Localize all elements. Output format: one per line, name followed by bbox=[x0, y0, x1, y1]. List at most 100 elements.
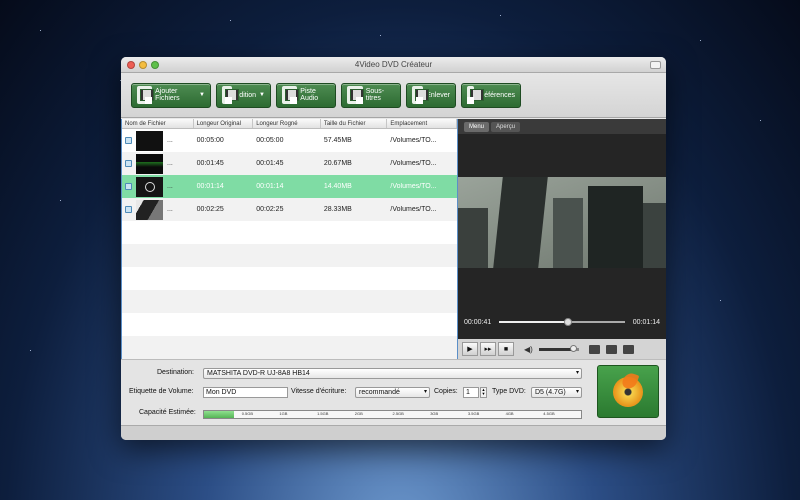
empty-row bbox=[122, 244, 457, 267]
status-bar bbox=[121, 425, 666, 440]
volume-label-input[interactable]: Mon DVD bbox=[203, 387, 288, 398]
volume-icon: ◀) bbox=[524, 344, 533, 354]
column-header-name[interactable]: Nom de Fichier bbox=[122, 119, 194, 128]
empty-row bbox=[122, 267, 457, 290]
capacity-tick-label: 0.5GB bbox=[241, 411, 254, 416]
copies-stepper[interactable]: ▲ ▼ bbox=[480, 387, 487, 398]
capacity-tick-label: 3GB bbox=[430, 411, 439, 416]
video-preview bbox=[458, 177, 666, 268]
burn-disc-icon bbox=[613, 370, 643, 407]
table-row[interactable]: ... 00:05:00 00:05:00 57.45MB /Volumes/T… bbox=[122, 129, 457, 152]
dvd-type-label: Type DVD: bbox=[492, 388, 526, 395]
preview-panel: Menu Aperçu 00:00:41 00:01:14 ▶ ▸▸ ■ ◀) bbox=[458, 119, 666, 359]
table-row-selected[interactable]: ... 00:01:14 00:01:14 14.40MB /Volumes/T… bbox=[122, 175, 457, 198]
folder-icon[interactable] bbox=[605, 344, 617, 354]
chevron-down-icon: ▾ bbox=[575, 389, 579, 395]
remove-icon bbox=[412, 86, 430, 104]
destination-select[interactable]: MATSHITA DVD-R UJ-8A8 HB14 ▾ bbox=[203, 368, 582, 379]
volume-slider[interactable] bbox=[538, 344, 579, 352]
toolbar-toggle-button[interactable] bbox=[650, 61, 661, 69]
current-time: 00:00:41 bbox=[464, 318, 492, 326]
add-files-button[interactable]: Ajouter Fichiers ▼ bbox=[131, 82, 211, 108]
tab-menu[interactable]: Menu bbox=[464, 121, 490, 132]
open-folder-icon[interactable] bbox=[622, 344, 634, 354]
row-checkbox[interactable] bbox=[125, 206, 132, 213]
audio-track-button[interactable]: Piste Audio bbox=[276, 82, 336, 108]
table-row[interactable]: ... 00:01:45 00:01:45 20.67MB /Volumes/T… bbox=[122, 152, 457, 175]
column-header-location[interactable]: Emplacement bbox=[387, 119, 457, 128]
remove-button[interactable]: Enlever bbox=[406, 82, 456, 108]
capacity-tick-label: 1.5GB bbox=[317, 411, 329, 416]
edit-button[interactable]: Edition ▼ bbox=[216, 82, 271, 108]
preferences-icon bbox=[467, 86, 485, 104]
stop-button[interactable]: ■ bbox=[498, 342, 514, 356]
dvd-type-select[interactable]: D5 (4.7G) ▾ bbox=[531, 387, 582, 398]
seek-handle[interactable] bbox=[564, 318, 573, 326]
empty-row bbox=[122, 313, 457, 336]
chevron-down-icon: ▼ bbox=[199, 92, 205, 98]
video-thumbnail bbox=[136, 176, 163, 197]
column-header-trimmed-length[interactable]: Longeur Rogné bbox=[253, 119, 321, 128]
fast-forward-icon: ▸▸ bbox=[484, 346, 492, 353]
file-list-body: ... 00:05:00 00:05:00 57.45MB /Volumes/T… bbox=[122, 129, 457, 359]
empty-row bbox=[122, 290, 457, 313]
play-icon: ▶ bbox=[467, 346, 473, 353]
app-window: 4Video DVD Créateur Ajouter Fichiers ▼ E… bbox=[121, 57, 666, 440]
close-window-button[interactable] bbox=[127, 61, 135, 69]
chevron-down-icon: ▼ bbox=[259, 92, 265, 98]
total-time: 00:01:14 bbox=[632, 318, 660, 326]
toolbar: Ajouter Fichiers ▼ Edition ▼ Piste Audio… bbox=[121, 73, 666, 118]
capacity-fill bbox=[204, 411, 235, 418]
row-checkbox[interactable] bbox=[125, 183, 132, 190]
burn-button[interactable] bbox=[597, 365, 659, 418]
video-thumbnail bbox=[136, 130, 163, 151]
copies-label: Copies: bbox=[434, 388, 458, 395]
playback-time-row: 00:00:41 00:01:14 bbox=[458, 315, 666, 329]
chevron-down-icon: ▾ bbox=[423, 389, 427, 395]
column-header-file-size[interactable]: Taille du Fichier bbox=[321, 119, 388, 128]
file-list[interactable]: Nom de Fichier Longeur Original Longeur … bbox=[121, 119, 458, 359]
capacity-tick-label: 4GB bbox=[505, 411, 514, 416]
empty-row bbox=[122, 221, 457, 244]
snapshot-icon[interactable] bbox=[588, 344, 600, 354]
volume-label-label: Etiquette de Volume: bbox=[129, 388, 194, 395]
subtitles-button[interactable]: Sous-titres bbox=[341, 82, 401, 108]
title-bar: 4Video DVD Créateur bbox=[121, 57, 666, 73]
copies-input[interactable]: 1 bbox=[463, 387, 479, 398]
row-checkbox[interactable] bbox=[125, 137, 132, 144]
capacity-tick-label: 3.5GB bbox=[467, 411, 480, 416]
write-speed-label: Vitesse d'écriture: bbox=[291, 388, 347, 395]
preferences-button[interactable]: Préférences bbox=[461, 82, 521, 108]
destination-label: Destination: bbox=[157, 369, 194, 376]
seek-slider[interactable] bbox=[499, 318, 625, 326]
audio-track-icon bbox=[282, 86, 300, 104]
burn-settings: Destination: MATSHITA DVD-R UJ-8A8 HB14 ▾… bbox=[121, 359, 666, 425]
write-speed-select[interactable]: recommandé ▾ bbox=[355, 387, 430, 398]
window-title: 4Video DVD Créateur bbox=[354, 60, 433, 69]
empty-row bbox=[122, 336, 457, 359]
tab-preview[interactable]: Aperçu bbox=[491, 121, 521, 132]
subtitle-icon bbox=[347, 86, 364, 104]
fast-forward-button[interactable]: ▸▸ bbox=[480, 342, 496, 356]
play-button[interactable]: ▶ bbox=[462, 342, 478, 356]
add-file-icon bbox=[137, 86, 155, 104]
file-list-header: Nom de Fichier Longeur Original Longeur … bbox=[122, 119, 457, 129]
chevron-down-icon: ▾ bbox=[575, 370, 579, 376]
minimize-window-button[interactable] bbox=[139, 61, 147, 69]
capacity-tick-label: 2.5GB bbox=[392, 411, 404, 416]
stop-icon: ■ bbox=[503, 345, 509, 353]
video-thumbnail bbox=[136, 199, 163, 220]
zoom-window-button[interactable] bbox=[151, 61, 159, 69]
row-checkbox[interactable] bbox=[125, 160, 132, 167]
video-thumbnail bbox=[136, 153, 163, 174]
capacity-tick-label: 2GB bbox=[354, 411, 363, 416]
column-header-original-length[interactable]: Longeur Original bbox=[194, 119, 254, 128]
capacity-label: Capacité Estimée: bbox=[139, 409, 196, 416]
capacity-tick-label: 1GB bbox=[279, 411, 288, 416]
volume-handle[interactable] bbox=[569, 344, 577, 352]
capacity-tick-label: 4.5GB bbox=[543, 411, 555, 416]
capacity-bar: 0.5GB 1GB 1.5GB 2GB 2.5GB 3GB 3.5GB 4GB 4.5GB bbox=[203, 410, 582, 419]
preview-tabs: Menu Aperçu bbox=[458, 119, 666, 134]
table-row[interactable]: ... 00:02:25 00:02:25 28.33MB /Volumes/T… bbox=[122, 198, 457, 221]
edit-film-icon bbox=[222, 86, 239, 104]
